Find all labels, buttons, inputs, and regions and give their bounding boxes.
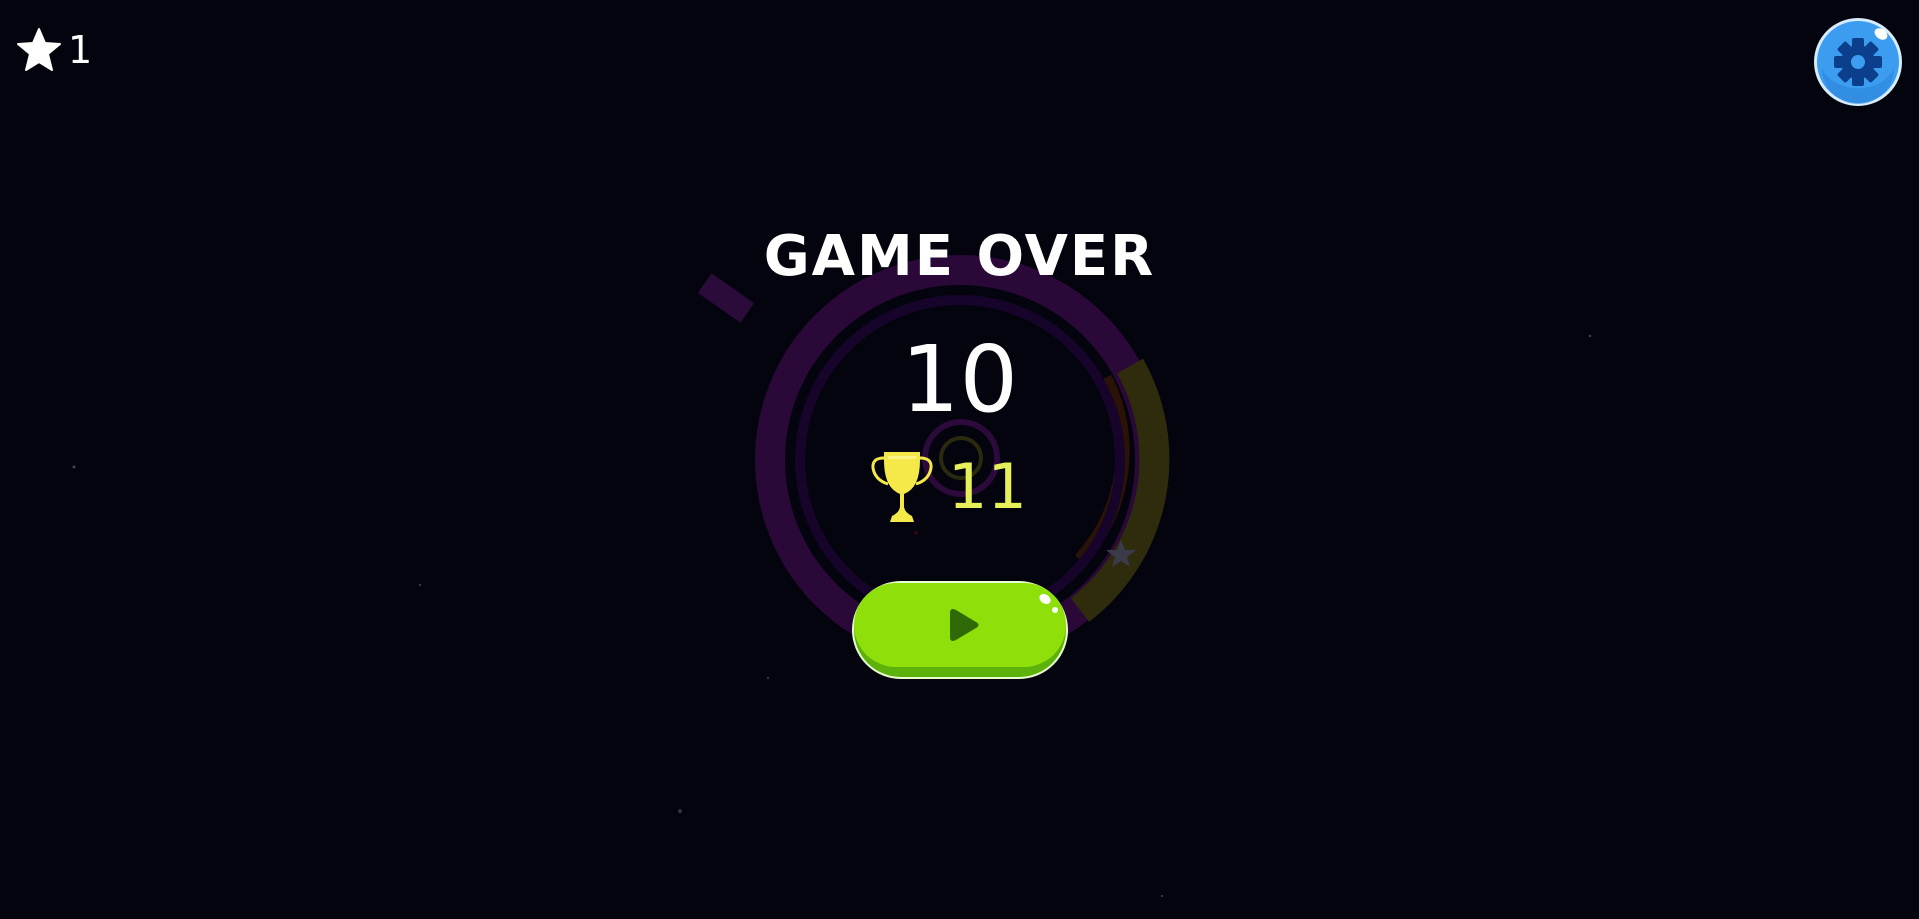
star-icon — [17, 28, 61, 71]
speck — [72, 465, 76, 469]
settings-button[interactable] — [1812, 16, 1904, 108]
speck — [1161, 895, 1163, 897]
best-score-value: 11 — [948, 450, 1027, 523]
speck — [767, 677, 769, 679]
gear-icon — [1834, 38, 1882, 86]
star-count: 1 — [68, 28, 93, 72]
star-counter: 1 — [16, 26, 92, 74]
speck — [914, 531, 918, 535]
trophy-icon — [871, 452, 933, 522]
speck — [419, 584, 421, 586]
speck — [678, 809, 682, 813]
game-screen: 1 GAME OVER 10 11 — [0, 0, 1919, 919]
game-over-title: GAME OVER — [763, 224, 1156, 289]
play-button[interactable] — [850, 579, 1070, 681]
best-score: 11 — [870, 450, 1027, 524]
shine-highlight-dot — [1052, 607, 1058, 613]
current-score: 10 — [900, 326, 1019, 433]
